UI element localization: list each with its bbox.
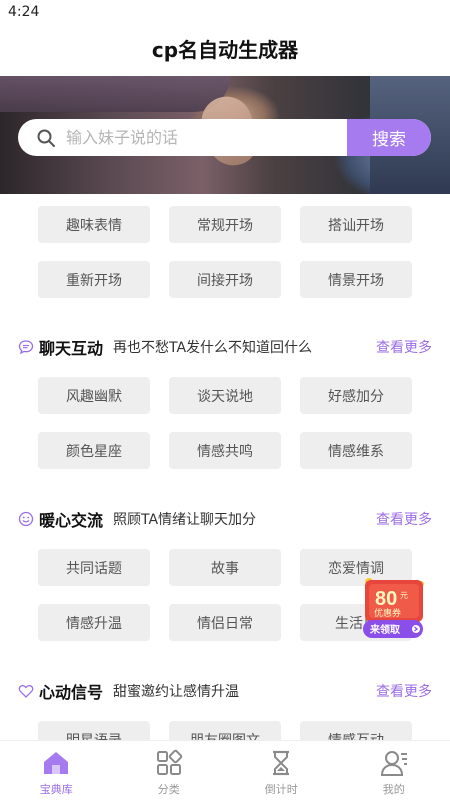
quick-chip-grid: 趣味表情 常规开场 搭讪开场 重新开场 间接开场 情景开场 [0,206,450,298]
chip-topic[interactable]: 情感维系 [300,432,412,469]
search-input[interactable] [66,128,336,147]
coupon-label: 优惠券 [374,607,401,619]
chip-topic[interactable]: 情感共鸣 [169,432,281,469]
tab-label: 分类 [157,783,180,796]
section-title: 聊天互动 [39,339,104,358]
coupon-amount: 80 [375,588,397,610]
tab-label: 我的 [382,783,405,796]
chip-topic[interactable]: 风趣幽默 [38,377,150,414]
status-bar: 4:24 [0,0,450,28]
page-title: cp名自动生成器 [151,38,299,62]
tab-home[interactable]: 宝典库 [0,741,113,800]
search-button[interactable]: 搜索 [347,119,431,156]
tab-profile[interactable]: 我的 [338,741,450,800]
smile-icon [18,511,34,527]
heart-icon [18,685,34,698]
search-icon [37,129,55,147]
chip-quick[interactable]: 情景开场 [300,261,412,298]
section-header-heart: 心动信号 甜蜜邀约让感情升温 查看更多 [0,679,450,703]
chip-quick[interactable]: 常规开场 [169,206,281,243]
status-time: 4:24 [8,4,40,20]
chip-topic[interactable]: 好感加分 [300,377,412,414]
category-icon [156,749,182,775]
see-more-link[interactable]: 查看更多 [376,681,432,701]
tab-category[interactable]: 分类 [113,741,226,800]
bottom-tab-bar: 宝典库 分类 倒计时 我的 [0,740,450,800]
chip-quick[interactable]: 趣味表情 [38,206,150,243]
coupon-cta: 来领取 [369,623,401,636]
chip-quick[interactable]: 搭讪开场 [300,206,412,243]
chip-topic[interactable]: 颜色星座 [38,432,150,469]
see-more-link[interactable]: 查看更多 [376,337,432,357]
coupon-badge[interactable]: 80 元 优惠券 来领取 [361,572,429,644]
section-subtitle: 再也不愁TA发什么不知道回什么 [113,340,313,356]
section-title: 心动信号 [39,683,104,702]
section-title: 暖心交流 [39,511,104,530]
profile-icon [380,751,407,776]
section-subtitle: 甜蜜邀约让感情升温 [113,684,240,700]
chip-topic[interactable]: 共同话题 [38,549,150,586]
tab-label: 倒计时 [264,783,298,796]
section-subtitle: 照顾TA情绪让聊天加分 [113,512,257,528]
hourglass-icon [273,750,290,776]
coupon-graphic: 80 元 优惠券 来领取 [363,578,424,638]
chip-quick[interactable]: 间接开场 [169,261,281,298]
home-icon [44,752,69,774]
chip-quick[interactable]: 重新开场 [38,261,150,298]
see-more-link[interactable]: 查看更多 [376,509,432,529]
coupon-unit: 元 [400,591,408,600]
section-header-chat: 聊天互动 再也不愁TA发什么不知道回什么 查看更多 [0,335,450,359]
chip-topic[interactable]: 故事 [169,549,281,586]
tab-label: 宝典库 [39,783,73,796]
chat-bubble-icon [18,340,34,355]
section-chip-grid: 风趣幽默 谈天说地 好感加分 颜色星座 情感共鸣 情感维系 [0,377,450,469]
chip-topic[interactable]: 谈天说地 [169,377,281,414]
tab-countdown[interactable]: 倒计时 [225,741,338,800]
chip-topic[interactable]: 情侣日常 [169,604,281,641]
chip-topic[interactable]: 情感升温 [38,604,150,641]
search-bar: 搜索 [18,119,431,156]
section-header-warm: 暖心交流 照顾TA情绪让聊天加分 查看更多 [0,507,450,531]
